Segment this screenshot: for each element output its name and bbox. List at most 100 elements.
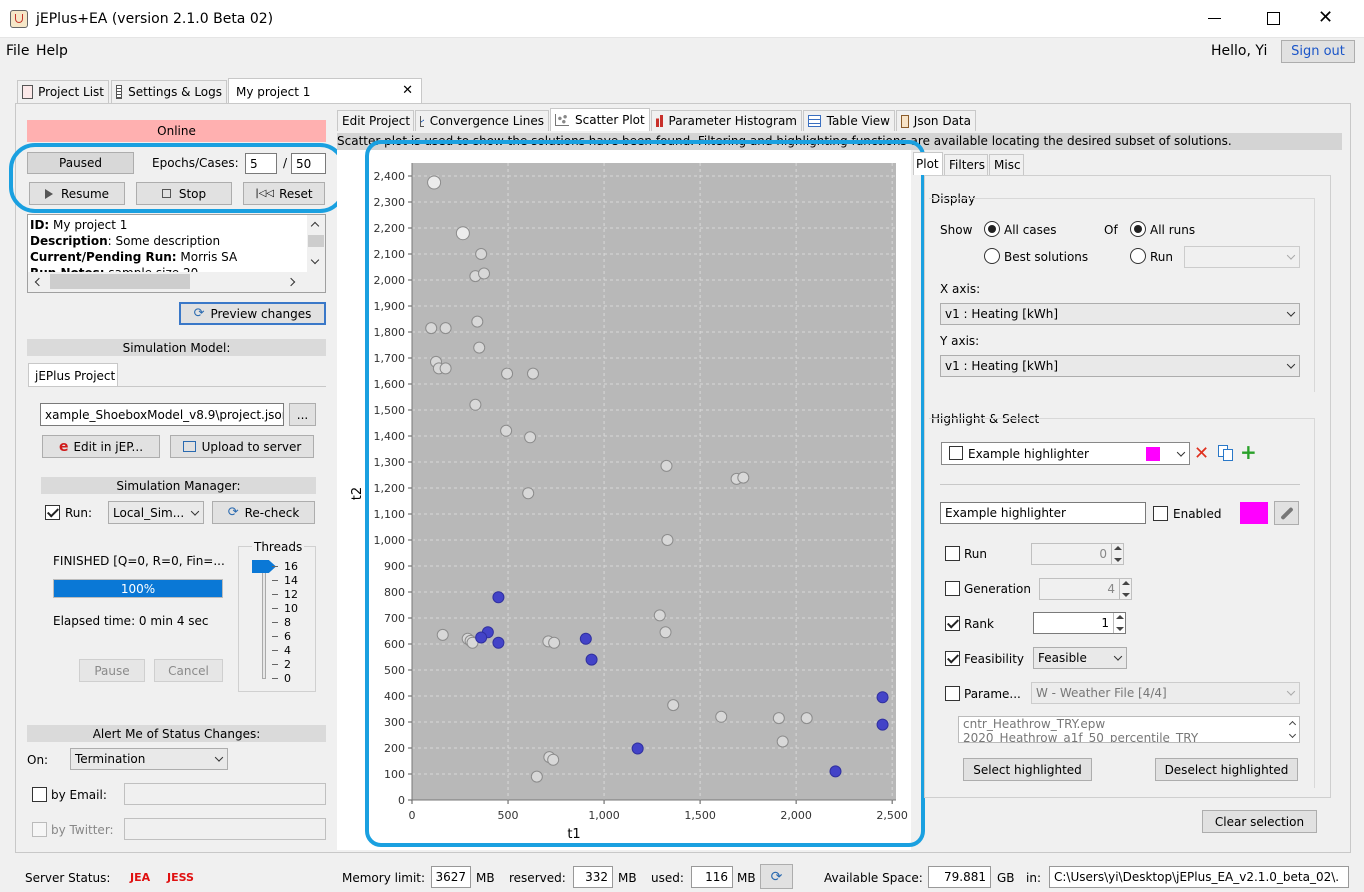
run-select-combo[interactable]: [1184, 246, 1300, 268]
tab-misc[interactable]: Misc: [989, 154, 1024, 175]
parameter-value-1[interactable]: cntr_Heathrow_TRY.epw: [963, 717, 1295, 731]
generation-checkbox[interactable]: [945, 581, 960, 596]
delete-highlighter-icon[interactable]: ✕: [1194, 443, 1209, 464]
twitter-checkbox[interactable]: [32, 822, 47, 837]
tab-table-view[interactable]: Table View: [803, 110, 895, 131]
y-tick-label: 600: [384, 638, 405, 651]
data-point: [667, 699, 680, 712]
parameter-checkbox[interactable]: [945, 686, 960, 701]
used-unit: MB: [737, 871, 756, 885]
highlighter-name-field[interactable]: Example highlighter: [940, 502, 1146, 524]
cancel-button[interactable]: Cancel: [154, 659, 223, 682]
tab-edit-project-label: Edit Project: [342, 114, 411, 128]
minimize-icon[interactable]: [1208, 18, 1221, 19]
rank-spinner[interactable]: [1113, 613, 1125, 633]
y-tick-label: 1,800: [374, 326, 406, 339]
highlighted-point: [492, 636, 505, 649]
edit-in-jeplus-label: Edit in jEP...: [73, 439, 144, 454]
data-point: [527, 367, 539, 380]
feasibility-checkbox[interactable]: [945, 651, 960, 666]
email-field[interactable]: [124, 783, 326, 805]
enabled-checkbox[interactable]: [1153, 506, 1168, 521]
project-path-field[interactable]: xample_ShoeboxModel_v8.9\project.json: [40, 403, 284, 426]
memory-refresh-icon: ⟳: [770, 868, 783, 885]
pause-button[interactable]: Pause: [79, 659, 145, 682]
email-checkbox[interactable]: [32, 787, 47, 802]
edit-in-jeplus-button[interactable]: e Edit in jEP...: [42, 435, 160, 458]
recheck-button[interactable]: ⟳ Re-check: [212, 501, 315, 524]
memory-refresh-button[interactable]: ⟳: [760, 864, 793, 889]
y-axis-combo[interactable]: v1 : Heating [kWh]: [940, 355, 1300, 377]
best-solutions-radio[interactable]: [984, 248, 1000, 264]
highlighter-settings-button[interactable]: [1274, 501, 1299, 525]
tab-my-project[interactable]: My project 1 ✕: [228, 78, 422, 104]
tab-convergence-lines[interactable]: Convergence Lines: [415, 110, 549, 131]
generation-label: Generation: [964, 582, 1031, 596]
highlighter-combo[interactable]: Example highlighter: [941, 442, 1190, 465]
data-point: [661, 534, 674, 546]
feasibility-value: Feasible: [1038, 651, 1087, 665]
threads-tick-label: 2: [284, 658, 291, 671]
tab-project-list[interactable]: Project List: [17, 80, 109, 103]
memory-limit-label: Memory limit:: [342, 871, 426, 885]
maximize-icon[interactable]: [1267, 12, 1280, 25]
tab-plot[interactable]: Plot: [913, 152, 943, 175]
run-checkbox[interactable]: [45, 505, 60, 520]
tab-parameter-histogram[interactable]: Parameter Histogram: [651, 110, 802, 131]
tab-filters[interactable]: Filters: [944, 154, 988, 175]
twitter-label: by Twitter:: [51, 823, 114, 837]
threads-tick-label: 16: [284, 560, 298, 573]
parameter-combo[interactable]: W - Weather File [4/4]: [1031, 682, 1300, 704]
deselect-highlighted-button[interactable]: Deselect highlighted: [1155, 758, 1298, 781]
upload-server-button[interactable]: Upload to server: [170, 435, 314, 458]
all-runs-radio[interactable]: [1130, 221, 1146, 237]
run-filter-checkbox[interactable]: [945, 546, 960, 561]
y-tick-label: 100: [384, 768, 405, 781]
parameter-value-2[interactable]: 2020_Heathrow_a1f_50_percentile_TRY: [963, 731, 1295, 742]
preview-changes-button[interactable]: ⟳ Preview changes: [179, 302, 326, 325]
clear-selection-button[interactable]: Clear selection: [1202, 810, 1317, 833]
browse-button[interactable]: ...: [289, 403, 316, 426]
upload-server-label: Upload to server: [201, 439, 302, 454]
x-axis-label: X axis:: [940, 282, 981, 296]
run-combo[interactable]: Local_Sim...: [108, 501, 204, 524]
scatter-plot[interactable]: 0 500 1,000 1,500 2,000 2,500 0 100 200 300 400 500…: [337, 150, 911, 850]
menu-file[interactable]: File: [6, 43, 29, 59]
highlighted-point: [475, 631, 488, 644]
data-point: [425, 322, 438, 335]
info-vscrollbar[interactable]: [307, 215, 325, 273]
tab-settings-logs[interactable]: Settings & Logs: [111, 80, 227, 103]
parameter-values-list[interactable]: cntr_Heathrow_TRY.epw 2020_Heathrow_a1f_…: [958, 716, 1300, 743]
threads-slider-track[interactable]: [262, 567, 266, 679]
all-cases-radio[interactable]: [984, 221, 1000, 237]
feasibility-combo[interactable]: Feasible: [1033, 647, 1127, 669]
x-tick-label: 2,000: [780, 809, 812, 822]
close-window-icon[interactable]: ✕: [1318, 8, 1333, 28]
termination-combo[interactable]: Termination: [70, 748, 228, 770]
highlight-color-swatch[interactable]: [1240, 502, 1268, 524]
tab-jeplus-project[interactable]: jEPlus Project: [28, 363, 118, 387]
select-highlighted-button[interactable]: Select highlighted: [963, 758, 1092, 781]
generation-spinner[interactable]: [1119, 579, 1131, 599]
tab-scatter-plot[interactable]: Scatter Plot: [550, 108, 650, 131]
run-radio[interactable]: [1130, 248, 1146, 264]
rank-checkbox[interactable]: [945, 616, 960, 631]
close-tab-icon[interactable]: ✕: [402, 83, 413, 98]
tab-json-data[interactable]: Json Data: [896, 110, 976, 131]
elapsed-time: Elapsed time: 0 min 4 sec: [53, 614, 209, 628]
run-filter-spinner[interactable]: [1111, 544, 1123, 564]
x-axis-combo[interactable]: v1 : Heating [kWh]: [940, 303, 1300, 325]
settings-logs-icon: [116, 85, 123, 99]
copy-highlighter-icon[interactable]: [1218, 445, 1234, 461]
twitter-field[interactable]: [124, 818, 326, 840]
refresh-icon: ⟳: [193, 306, 205, 321]
tab-edit-project[interactable]: Edit Project: [337, 110, 414, 131]
info-hscrollbar[interactable]: [28, 272, 325, 292]
data-point: [772, 712, 785, 725]
sign-out-button[interactable]: Sign out: [1281, 40, 1355, 63]
add-highlighter-icon[interactable]: +: [1240, 440, 1257, 464]
highlighter-combo-checkbox[interactable]: [949, 446, 963, 460]
data-point: [659, 626, 672, 639]
menu-help[interactable]: Help: [36, 43, 68, 59]
y-tick-label: 1,400: [374, 430, 406, 443]
